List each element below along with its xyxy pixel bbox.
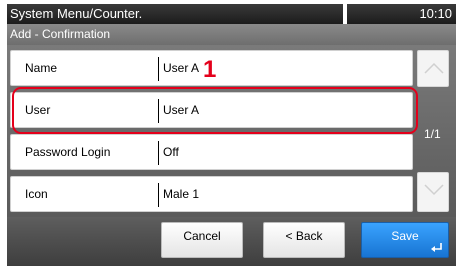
header-divider	[343, 4, 347, 24]
scroll-down-button[interactable]	[417, 172, 449, 212]
chevron-up-icon	[424, 62, 444, 74]
header-title: System Menu/Counter.	[10, 6, 143, 21]
screen-subtitle: Add - Confirmation	[10, 27, 111, 41]
row-divider	[158, 141, 159, 165]
row-password-login[interactable]: Password Login Off	[10, 134, 413, 170]
scroll-up-button[interactable]	[417, 50, 449, 87]
cancel-button[interactable]: Cancel	[161, 222, 243, 258]
highlight-box	[12, 87, 418, 134]
save-button[interactable]: Save	[361, 222, 449, 258]
row-value: Male 1	[163, 187, 200, 201]
row-label: Password Login	[25, 145, 111, 159]
enter-icon	[431, 243, 442, 252]
chevron-down-icon	[424, 184, 444, 196]
row-divider	[158, 183, 159, 207]
row-icon[interactable]: Icon Male 1	[10, 176, 413, 212]
row-value: Off	[163, 145, 179, 159]
screen: System Menu/Counter. 10:10 Add - Confirm…	[0, 0, 457, 266]
screen-subtitle-bar: Add - Confirmation	[7, 24, 456, 45]
row-label: Name	[25, 61, 58, 75]
callout-number: 1	[203, 56, 217, 83]
back-button[interactable]: < Back	[263, 222, 345, 258]
save-button-label: Save	[391, 229, 419, 243]
row-divider	[158, 57, 159, 81]
clock: 10:10	[419, 6, 452, 21]
page-indicator: 1/1	[424, 127, 441, 141]
cancel-button-label: Cancel	[183, 229, 221, 243]
row-value: User A	[163, 61, 200, 75]
title-bar: System Menu/Counter. 10:10	[7, 4, 456, 24]
back-button-label: < Back	[285, 229, 323, 243]
row-label: Icon	[25, 187, 48, 201]
